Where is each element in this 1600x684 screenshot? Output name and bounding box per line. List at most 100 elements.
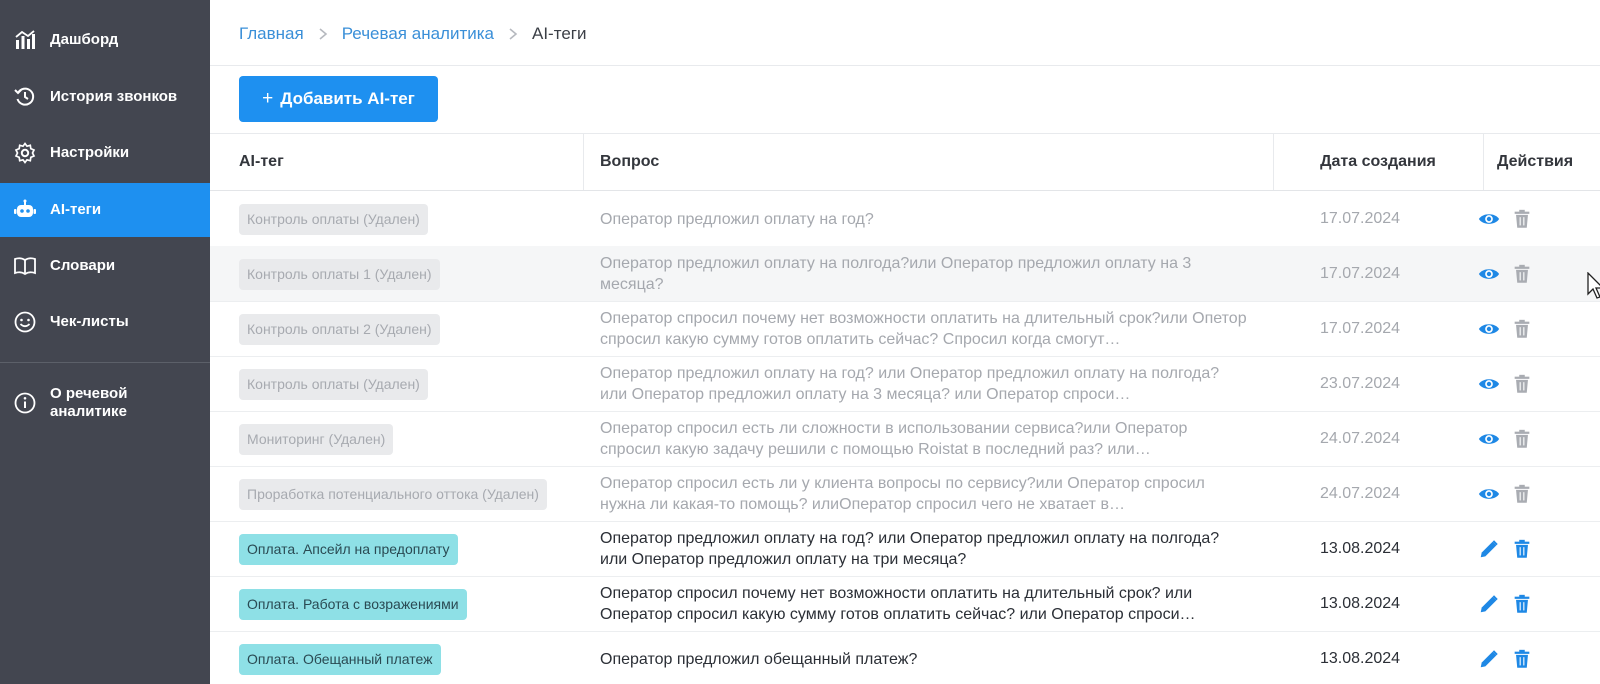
question-cell: Оператор спросил почему нет возможности … [600, 576, 1250, 632]
table-row[interactable]: Контроль оплаты (Удален) Оператор предлож… [210, 191, 1600, 247]
delete-button[interactable] [1511, 428, 1533, 450]
ai-tag-chip: Оплата. Апсейл на предоплату [239, 534, 458, 565]
plus-icon: + [262, 88, 274, 109]
sidebar-item-about[interactable]: О речевой аналитике [0, 375, 210, 431]
column-header-question[interactable]: Вопрос [600, 134, 659, 190]
date-cell: 13.08.2024 [1319, 595, 1401, 612]
sidebar-item-label: История звонков [50, 88, 178, 105]
table-row[interactable]: Контроль оплаты 1 (Удален) Оператор предл… [210, 246, 1600, 302]
sidebar-item-label: Настройки [50, 144, 130, 161]
chart-icon [12, 27, 38, 53]
delete-button[interactable] [1511, 593, 1533, 615]
date-cell: 17.07.2024 [1319, 265, 1401, 282]
view-button[interactable] [1478, 483, 1500, 505]
breadcrumb-home[interactable]: Главная [239, 24, 304, 44]
delete-button[interactable] [1511, 263, 1533, 285]
eye-icon [1478, 208, 1500, 230]
question-text: Оператор предложил оплату на год? [600, 210, 874, 228]
question-text: Оператор спросил есть ли сложности в исп… [600, 420, 1188, 458]
eye-icon [1478, 373, 1500, 395]
table-row[interactable]: Оплата. Обещанный платеж Оператор предлож… [210, 631, 1600, 684]
sidebar: Дашборд История звонков Настройки AI-тег… [0, 0, 210, 684]
question-cell: Оператор спросил есть ли у клиента вопро… [600, 466, 1250, 522]
eye-icon [1478, 318, 1500, 340]
trash-icon [1511, 648, 1533, 670]
table-row[interactable]: Контроль оплаты 2 (Удален) Оператор спрос… [210, 301, 1600, 357]
column-header-date[interactable]: Дата создания [1285, 134, 1471, 190]
eye-icon [1478, 428, 1500, 450]
question-cell: Оператор предложил оплату на полгода?или… [600, 246, 1250, 302]
sidebar-item-dashboard[interactable]: Дашборд [0, 13, 210, 67]
trash-icon [1511, 593, 1533, 615]
ai-tag-chip: Контроль оплаты 1 (Удален) [239, 259, 440, 290]
ai-tag-chip: Оплата. Обещанный платеж [239, 644, 441, 675]
delete-button[interactable] [1511, 648, 1533, 670]
question-text: Оператор предложил оплату на полгода?или… [600, 255, 1192, 293]
question-cell: Оператор спросил почему нет возможности … [600, 301, 1250, 357]
column-divider [583, 134, 584, 190]
view-button[interactable] [1478, 373, 1500, 395]
header-divider [210, 65, 1600, 66]
trash-icon [1511, 318, 1533, 340]
delete-button[interactable] [1511, 373, 1533, 395]
date-cell: 24.07.2024 [1319, 430, 1401, 447]
date-cell: 17.07.2024 [1319, 210, 1401, 227]
delete-button[interactable] [1511, 318, 1533, 340]
main-content: Главная Речевая аналитика AI-теги + Доба… [210, 0, 1600, 684]
delete-button[interactable] [1511, 483, 1533, 505]
pencil-icon [1478, 593, 1500, 615]
ai-tag-chip: Контроль оплаты (Удален) [239, 204, 428, 235]
sidebar-item-label: Дашборд [50, 31, 119, 48]
question-text: Оператор предложил оплату на год? или Оп… [600, 365, 1220, 403]
add-ai-tag-label: Добавить AI-тег [280, 89, 415, 108]
date-cell: 24.07.2024 [1319, 485, 1401, 502]
view-button[interactable] [1478, 263, 1500, 285]
book-icon [12, 253, 38, 279]
eye-icon [1478, 483, 1500, 505]
view-button[interactable] [1478, 318, 1500, 340]
sidebar-divider [0, 362, 210, 363]
column-divider [1483, 134, 1484, 190]
delete-button[interactable] [1511, 538, 1533, 560]
question-cell: Оператор предложил оплату на год? [600, 191, 1250, 247]
table-row[interactable]: Оплата. Апсейл на предоплату Оператор пре… [210, 521, 1600, 577]
trash-icon [1511, 263, 1533, 285]
table-row[interactable]: Проработка потенциального оттока (Удален… [210, 466, 1600, 522]
table-row[interactable]: Контроль оплаты (Удален) Оператор предлож… [210, 356, 1600, 412]
view-button[interactable] [1478, 428, 1500, 450]
pencil-icon [1478, 648, 1500, 670]
breadcrumb: Главная Речевая аналитика AI-теги [239, 23, 586, 45]
sidebar-item-label: Словари [50, 257, 116, 274]
column-divider [1273, 134, 1274, 190]
add-ai-tag-button[interactable]: + Добавить AI-тег [239, 76, 438, 122]
delete-button[interactable] [1511, 208, 1533, 230]
question-cell: Оператор предложил оплату на год? или Оп… [600, 356, 1250, 412]
view-button[interactable] [1478, 208, 1500, 230]
chevron-right-icon [508, 28, 518, 40]
about-label-line2: аналитике [50, 403, 127, 420]
sidebar-item-dictionaries[interactable]: Словари [0, 239, 210, 293]
robot-icon [12, 197, 38, 223]
ai-tag-chip: Оплата. Работа с возражениями [239, 589, 467, 620]
ai-tag-chip: Контроль оплаты (Удален) [239, 369, 428, 400]
info-icon [12, 390, 38, 416]
breadcrumb-speech-analytics[interactable]: Речевая аналитика [342, 24, 494, 44]
sidebar-item-history[interactable]: История звонков [0, 70, 210, 124]
table-row[interactable]: Оплата. Работа с возражениями Оператор сп… [210, 576, 1600, 632]
smile-icon [12, 309, 38, 335]
table-row[interactable]: Мониторинг (Удален) Оператор спросил есть… [210, 411, 1600, 467]
question-cell: Оператор предложил обещанный платеж? [600, 631, 1250, 684]
edit-button[interactable] [1478, 593, 1500, 615]
history-icon [12, 84, 38, 110]
mouse-cursor-icon [1587, 272, 1600, 299]
edit-button[interactable] [1478, 648, 1500, 670]
ai-tag-chip: Проработка потенциального оттока (Удален… [239, 479, 547, 510]
column-header-tag[interactable]: AI-тег [239, 134, 284, 190]
edit-button[interactable] [1478, 538, 1500, 560]
sidebar-item-checklists[interactable]: Чек-листы [0, 295, 210, 349]
eye-icon [1478, 263, 1500, 285]
sidebar-item-settings[interactable]: Настройки [0, 126, 210, 180]
question-text: Оператор предложил оплату на год? или Оп… [600, 530, 1220, 568]
sidebar-item-ai-tags[interactable]: AI-теги [0, 183, 210, 237]
pencil-icon [1478, 538, 1500, 560]
